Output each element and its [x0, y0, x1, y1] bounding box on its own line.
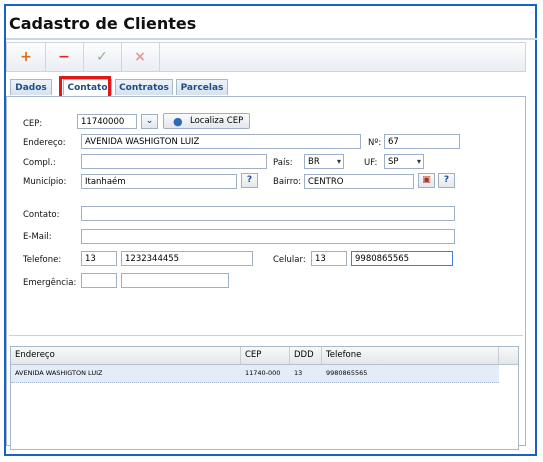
pais-select[interactable]: BR ▾	[304, 154, 344, 169]
check-icon: ✓	[96, 49, 108, 65]
globe-icon: ●	[173, 115, 183, 128]
panel-divider	[9, 335, 523, 336]
col-endereco[interactable]: Endereço	[11, 347, 241, 364]
chevron-down-icon: ▾	[336, 157, 341, 166]
grid-header: Endereço CEP DDD Telefone	[11, 347, 518, 365]
clear-icon: ▣	[422, 175, 431, 185]
endereco-label: Endereço:	[23, 138, 66, 148]
contato-label: Contato:	[23, 210, 60, 220]
bairro-help-button[interactable]: ?	[438, 173, 455, 188]
municipio-help-button[interactable]: ?	[241, 173, 258, 188]
uf-value: SP	[388, 157, 399, 167]
numero-label: Nº:	[368, 138, 382, 148]
bairro-input[interactable]: CENTRO	[304, 174, 414, 189]
remove-button[interactable]: −	[45, 43, 84, 71]
window-title: Cadastro de Clientes	[9, 14, 197, 33]
add-button[interactable]: +	[7, 43, 46, 71]
tab-contratos[interactable]: Contratos	[115, 79, 173, 95]
telefone-ddd-input[interactable]: 13	[81, 251, 117, 266]
telefone-input[interactable]: 1232344455	[121, 251, 253, 266]
toolbar: + − ✓ ×	[6, 42, 526, 72]
confirm-button[interactable]: ✓	[83, 43, 122, 71]
localiza-cep-button[interactable]: ● Localiza CEP	[163, 113, 250, 129]
cell-endereco: AVENIDA WASHIGTON LUIZ	[15, 369, 103, 377]
question-icon: ?	[246, 175, 253, 185]
municipio-label: Município:	[23, 177, 67, 187]
municipio-input[interactable]: Itanhaém	[81, 174, 237, 189]
compl-label: Compl.:	[23, 158, 56, 168]
cell-ddd: 13	[294, 369, 303, 377]
localiza-cep-label: Localiza CEP	[190, 116, 244, 126]
emergencia-label: Emergência:	[23, 278, 77, 288]
emergencia-ddd-input[interactable]	[81, 273, 117, 288]
compl-input[interactable]	[81, 154, 267, 169]
title-divider	[6, 38, 537, 40]
email-input[interactable]	[81, 229, 455, 244]
cep-input[interactable]: 11740000	[77, 114, 137, 129]
uf-label: UF:	[364, 158, 378, 168]
minus-icon: −	[58, 49, 70, 65]
chevron-down-icon: ⌄	[145, 116, 154, 126]
celular-label: Celular:	[273, 255, 306, 265]
col-ddd[interactable]: DDD	[290, 347, 322, 364]
close-icon: ×	[134, 49, 146, 65]
emergencia-input[interactable]	[121, 273, 229, 288]
numero-input[interactable]: 67	[384, 134, 460, 149]
tab-dados[interactable]: Dados	[10, 79, 52, 95]
pais-label: País:	[273, 158, 293, 168]
question-icon: ?	[443, 175, 450, 185]
endereco-input[interactable]: AVENIDA WASHIGTON LUIZ	[81, 134, 361, 149]
tab-parcelas[interactable]: Parcelas	[176, 79, 228, 95]
bairro-label: Bairro:	[273, 177, 302, 187]
bairro-clear-button[interactable]: ▣	[418, 173, 435, 188]
col-cep[interactable]: CEP	[241, 347, 290, 364]
cell-cep: 11740-000	[245, 369, 281, 377]
pais-value: BR	[308, 157, 320, 167]
cep-label: CEP:	[23, 119, 43, 129]
table-row[interactable]: AVENIDA WASHIGTON LUIZ 11740-000 13 9980…	[11, 365, 499, 383]
address-grid: Endereço CEP DDD Telefone AVENIDA WASHIG…	[10, 346, 519, 450]
plus-icon: +	[20, 49, 32, 65]
cancel-button[interactable]: ×	[121, 43, 160, 71]
celular-input[interactable]: 9980865565	[351, 251, 453, 266]
cell-telefone: 9980865565	[326, 369, 368, 377]
email-label: E-Mail:	[23, 232, 52, 242]
celular-ddd-input[interactable]: 13	[311, 251, 347, 266]
telefone-label: Telefone:	[23, 255, 62, 265]
col-telefone[interactable]: Telefone	[322, 347, 499, 364]
chevron-down-icon: ▾	[416, 157, 421, 166]
contato-input[interactable]	[81, 206, 455, 221]
cep-dropdown-button[interactable]: ⌄	[141, 114, 158, 129]
uf-select[interactable]: SP ▾	[384, 154, 424, 169]
